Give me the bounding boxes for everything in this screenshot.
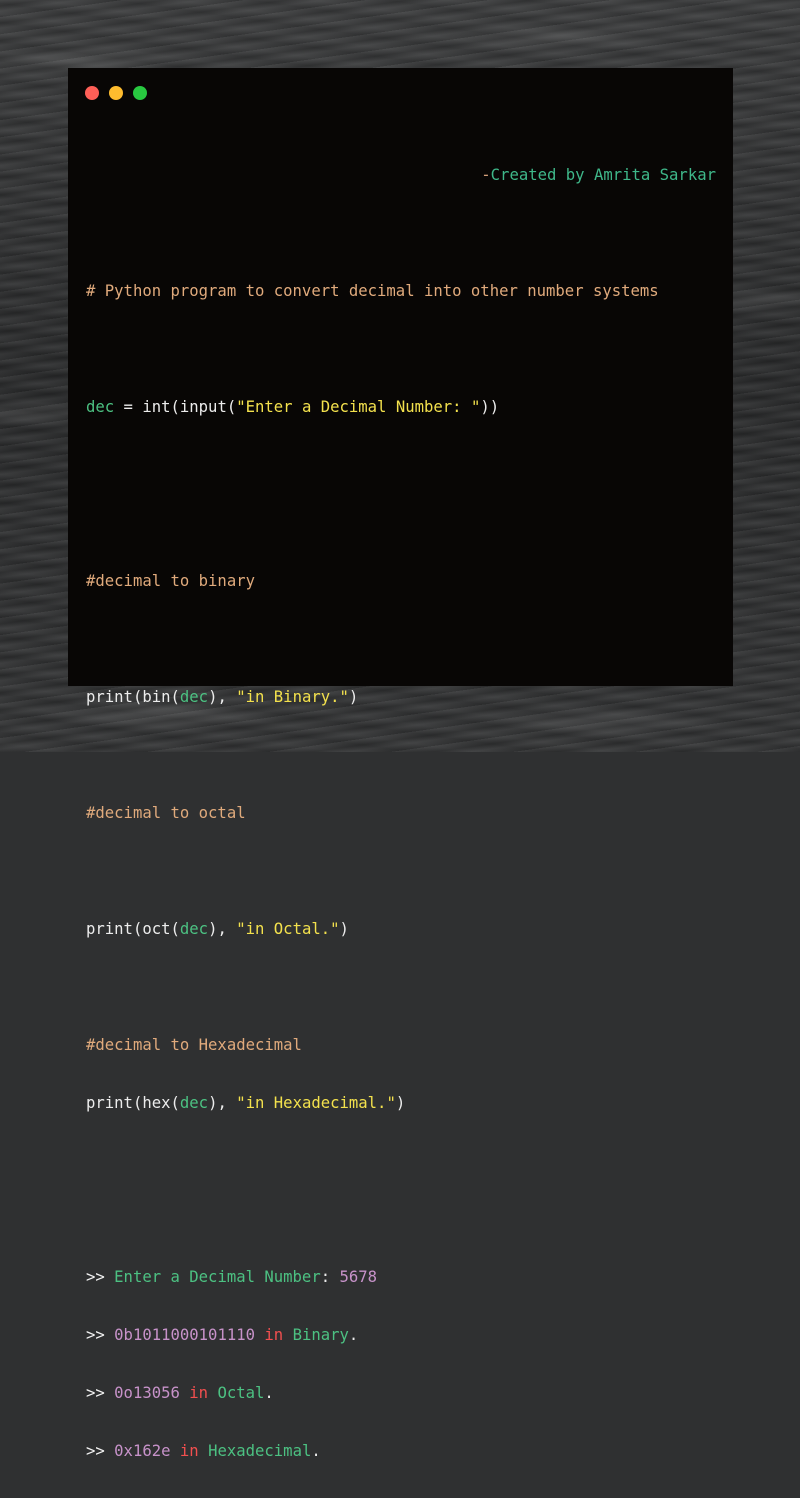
output-label: Enter a Decimal Number (114, 1268, 321, 1286)
author-credit: -Created by Amrita Sarkar (86, 164, 716, 186)
comment-octal: #decimal to octal (86, 804, 246, 822)
code-line-print-hex: print(hex(dec), "in Hexadecimal.") (86, 1092, 716, 1114)
code-op: = int(input( (114, 398, 237, 416)
code-mid: ), (208, 688, 237, 706)
output-period: . (264, 1384, 274, 1402)
comment-header: # Python program to convert decimal into… (86, 282, 659, 300)
code-line-print-oct: print(oct(dec), "in Octal.") (86, 918, 716, 940)
maximize-button[interactable] (133, 86, 147, 100)
output-text: Binary (292, 1326, 349, 1344)
code-close: ) (348, 688, 359, 706)
code-line-input: dec = int(input("Enter a Decimal Number:… (86, 396, 716, 418)
output-value: 0x162e (114, 1442, 171, 1460)
output-line-2: >> 0b1011000101110 in Binary. (86, 1324, 716, 1346)
code-pre: print(hex( (86, 1094, 180, 1112)
output-colon: : (320, 1268, 340, 1286)
output-line-3: >> 0o13056 in Octal. (86, 1382, 716, 1404)
output-period: . (348, 1326, 359, 1344)
output-text: Octal (217, 1384, 265, 1402)
output-value: 0b1011000101110 (114, 1326, 255, 1344)
output-period: . (311, 1442, 321, 1460)
code-close: )) (480, 398, 500, 416)
code-mid: ), (208, 1094, 237, 1112)
string-literal: "in Octal." (236, 920, 340, 938)
var-dec: dec (179, 688, 209, 706)
output-value: 5678 (339, 1268, 378, 1286)
comment-hex: #decimal to Hexadecimal (86, 1036, 302, 1054)
minimize-button[interactable] (109, 86, 123, 100)
code-pre: print(oct( (86, 920, 180, 938)
output-text: Hexadecimal (208, 1442, 312, 1460)
output-value: 0o13056 (114, 1384, 180, 1402)
string-literal: "in Binary." (236, 688, 349, 706)
prompt-symbol: >> (86, 1326, 105, 1344)
code-mid: ), (208, 920, 237, 938)
var-dec: dec (179, 920, 209, 938)
window-controls (85, 86, 147, 100)
credit-dash: - (481, 166, 491, 184)
close-button[interactable] (85, 86, 99, 100)
output-keyword: in (264, 1326, 284, 1344)
credit-text: Created by Amrita Sarkar (490, 166, 716, 184)
var-dec: dec (179, 1094, 209, 1112)
prompt-symbol: >> (86, 1384, 105, 1402)
code-close: ) (395, 1094, 406, 1112)
var-dec: dec (86, 398, 115, 416)
output-keyword: in (189, 1384, 209, 1402)
prompt-symbol: >> (86, 1442, 105, 1460)
code-block: -Created by Amrita Sarkar # Python progr… (86, 128, 716, 1498)
code-pre: print(bin( (86, 688, 180, 706)
output-line-4: >> 0x162e in Hexadecimal. (86, 1440, 716, 1462)
string-literal: "in Hexadecimal." (236, 1094, 396, 1112)
output-keyword: in (179, 1442, 199, 1460)
output-line-1: >> Enter a Decimal Number: 5678 (86, 1266, 716, 1288)
code-window: -Created by Amrita Sarkar # Python progr… (68, 68, 733, 1460)
string-literal: "Enter a Decimal Number: " (236, 398, 481, 416)
code-line-print-bin: print(bin(dec), "in Binary.") (86, 686, 716, 708)
prompt-symbol: >> (86, 1268, 105, 1286)
code-close: ) (339, 920, 349, 938)
comment-binary: #decimal to binary (86, 572, 255, 590)
